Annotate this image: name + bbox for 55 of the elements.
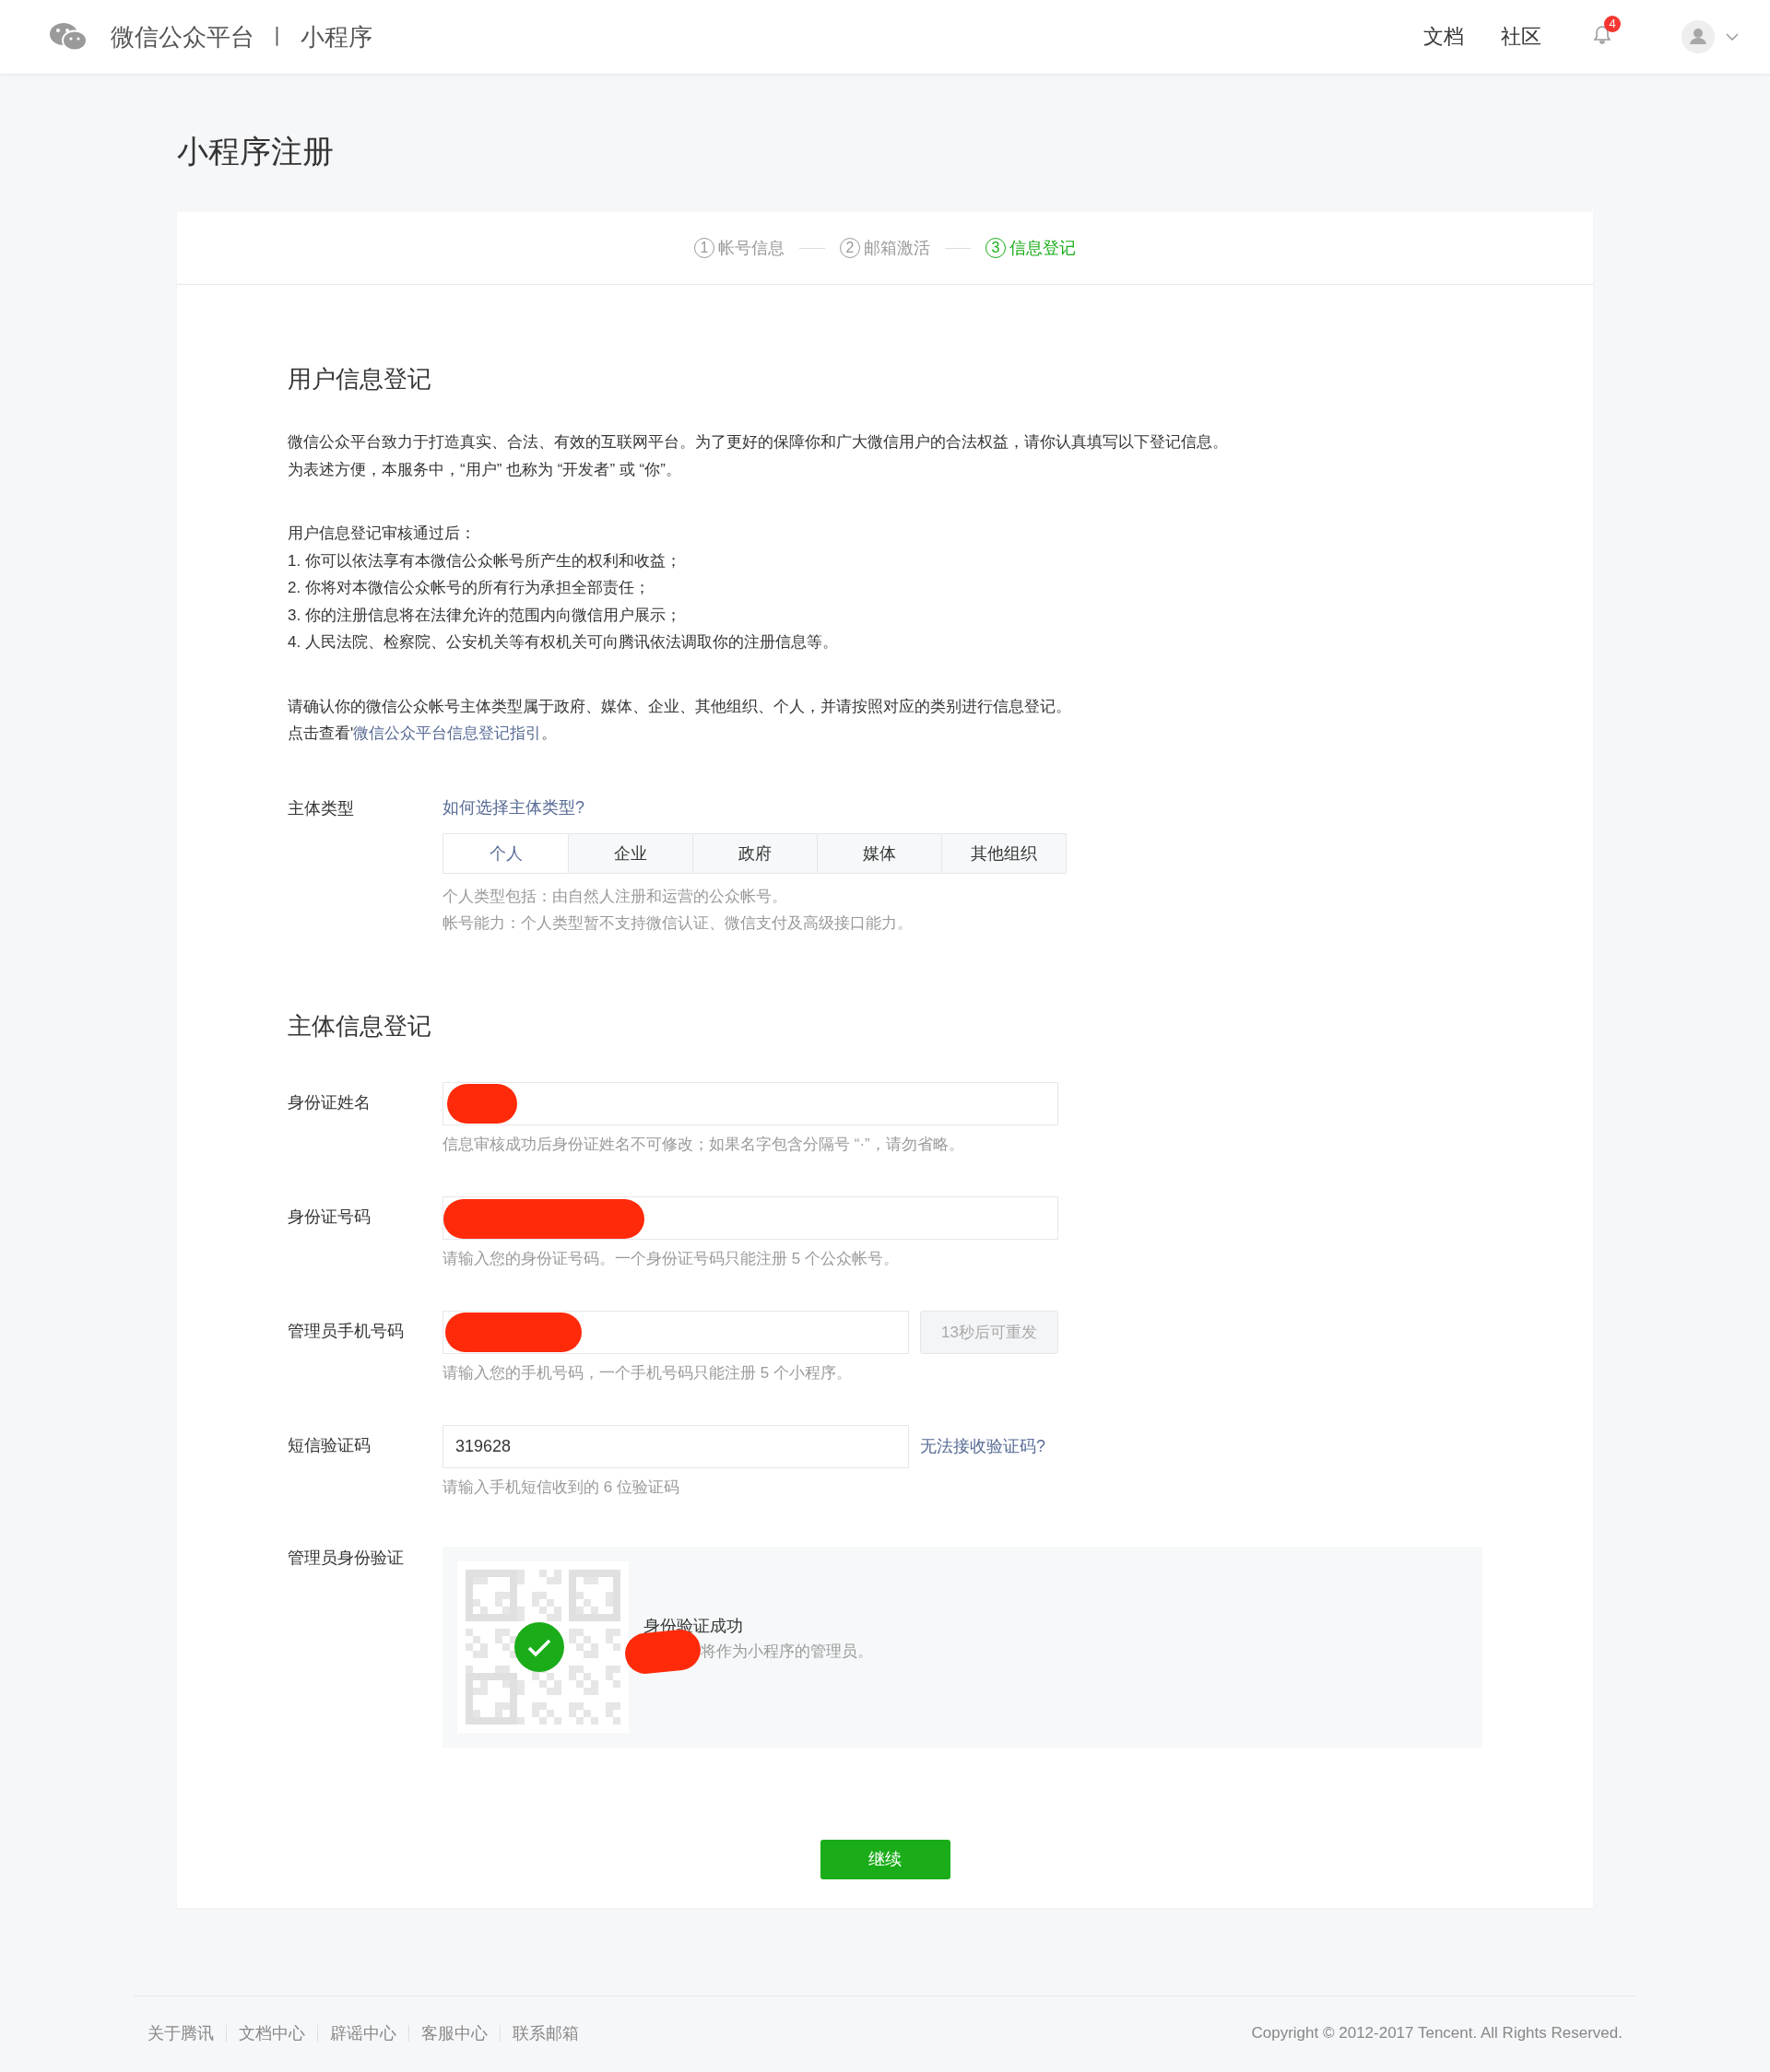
field-label: 主体类型 bbox=[288, 797, 355, 819]
hint-text: 个人类型包括：由自然人注册和运营的公众帐号。 bbox=[442, 886, 788, 907]
type-option[interactable]: 媒体 bbox=[817, 833, 941, 873]
success-check-icon bbox=[514, 1621, 564, 1672]
field-label: 身份证号码 bbox=[288, 1206, 372, 1228]
help-link[interactable]: 无法接收验证码? bbox=[920, 1435, 1045, 1457]
guide-link[interactable]: 微信公众平台信息登记指引 bbox=[353, 724, 542, 742]
page-title: 小程序注册 bbox=[177, 133, 334, 171]
footer-link[interactable]: 联系邮箱 bbox=[513, 2022, 579, 2044]
field-label: 管理员身份验证 bbox=[288, 1547, 405, 1569]
copyright-text: Copyright © 2012-2017 Tencent. All Rights Reserved. bbox=[1251, 2024, 1622, 2043]
type-option[interactable]: 政府 bbox=[692, 833, 817, 873]
list-item: 4. 人民法院、检察院、公安机关等有权机关可向腾讯依法调取你的注册信息等。 bbox=[288, 632, 839, 653]
input-field[interactable]: 319628 bbox=[442, 1424, 909, 1468]
hint-text: 信息审核成功后身份证姓名不可修改；如果名字包含分隔号 “·”，请勿省略。 bbox=[442, 1134, 965, 1155]
input-field[interactable] bbox=[442, 1195, 1058, 1240]
footer-link[interactable]: 客服中心 bbox=[421, 2022, 488, 2044]
hint-text: 请输入手机短信收到的 6 位验证码 bbox=[442, 1477, 680, 1498]
step-indicator: 3 信息登记 bbox=[985, 237, 1076, 259]
list-item: 1. 你可以依法享有本微信公众帐号所产生的权利和收益； bbox=[288, 550, 682, 571]
footer-link[interactable]: 辟谣中心 bbox=[330, 2022, 396, 2044]
avatar-icon[interactable] bbox=[1682, 20, 1715, 53]
intro-text: 为表述方便，本服务中，“用户” 也称为 “开发者” 或 “你”。 bbox=[288, 459, 682, 480]
product-name: 小程序 bbox=[301, 21, 372, 53]
footer-link[interactable]: 文档中心 bbox=[239, 2022, 305, 2044]
field-label: 短信验证码 bbox=[288, 1434, 372, 1456]
footer-link[interactable]: 关于腾讯 bbox=[148, 2022, 214, 2044]
type-option[interactable]: 其他组织 bbox=[941, 833, 1066, 873]
help-link[interactable]: 如何选择主体类型? bbox=[442, 795, 1067, 819]
intro-text: 微信公众平台致力于打造真实、合法、有效的互联网平台。为了更好的保障你和广大微信用户的合法权益，请你认真填写以下登记信息。 bbox=[288, 432, 1229, 453]
input-field[interactable] bbox=[442, 1081, 1058, 1125]
chevron-down-icon[interactable] bbox=[1726, 33, 1739, 41]
nav-link[interactable]: 文档 bbox=[1423, 23, 1464, 51]
field-label: 管理员手机号码 bbox=[288, 1320, 405, 1342]
section-heading: 主体信息登记 bbox=[288, 1010, 432, 1042]
field-label: 身份证姓名 bbox=[288, 1091, 372, 1113]
type-option[interactable]: 企业 bbox=[568, 833, 692, 873]
step-indicator: 1 帐号信息 bbox=[694, 237, 785, 259]
input-field[interactable] bbox=[442, 1310, 909, 1354]
brand-name[interactable]: 微信公众平台 bbox=[111, 20, 254, 53]
hint-text: 请输入您的身份证号码。一个身份证号码只能注册 5 个公众帐号。 bbox=[442, 1248, 900, 1269]
section-heading: 用户信息登记 bbox=[288, 364, 432, 394]
confirm-text: 请确认你的微信公众帐号主体类型属于政府、媒体、企业、其他组织、个人，并请按照对应的类别进行信息登记。 bbox=[288, 696, 1072, 717]
continue-button[interactable]: 继续 bbox=[820, 1839, 950, 1879]
guide-text: 点击查看'微信公众平台信息登记指引。 bbox=[288, 724, 559, 744]
notification-badge: 4 bbox=[1604, 16, 1621, 32]
step-indicator: 2 邮箱激活 bbox=[840, 237, 930, 259]
list-item: 3. 你的注册信息将在法律允许的范围内向微信用户展示； bbox=[288, 605, 682, 626]
nav-link[interactable]: 社区 bbox=[1501, 23, 1541, 51]
hint-text: 帐号能力：个人类型暂不支持微信认证、微信支付及高级接口能力。 bbox=[442, 912, 914, 934]
verification-description: 将作为小程序的管理员。 bbox=[701, 1642, 873, 1662]
brand-separator: 丨 bbox=[267, 24, 288, 50]
hint-text: 请输入您的手机号码，一个手机号码只能注册 5 个小程序。 bbox=[442, 1362, 853, 1383]
list-item: 2. 你将对本微信公众帐号的所有行为承担全部责任； bbox=[288, 578, 651, 598]
list-heading: 用户信息登记审核通过后： bbox=[288, 524, 477, 544]
